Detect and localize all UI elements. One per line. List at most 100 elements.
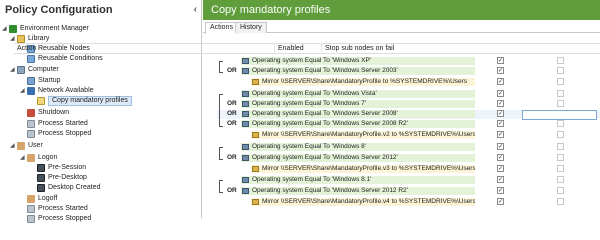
mirror-action[interactable]: Mirror \\SERVER\Share\MandatoryProfile t…: [251, 78, 475, 86]
mirror-action-row[interactable]: Mirror \\SERVER\Share\MandatoryProfile.v…: [217, 198, 600, 207]
os-condition[interactable]: Operating system Equal To 'Windows Serve…: [241, 67, 475, 75]
tree-item[interactable]: ◢ Computer: [10, 65, 59, 75]
expand-arrow-icon[interactable]: ◢: [10, 141, 17, 151]
condition-row[interactable]: Operating system Equal To 'Windows Vista…: [217, 90, 600, 99]
computer-icon: [17, 66, 25, 74]
stop-on-fail-checkbox[interactable]: [557, 176, 564, 183]
condition-row[interactable]: OR Operating system Equal To 'Windows Ser…: [217, 187, 600, 196]
logoff-icon: [27, 195, 35, 203]
tree-item[interactable]: Logoff: [20, 194, 57, 204]
tree-item[interactable]: ◢ Logon: [20, 153, 57, 163]
or-operator-label: OR: [227, 100, 237, 107]
tree-item[interactable]: Copy mandatory profiles: [30, 96, 132, 106]
column-enabled-header[interactable]: Enabled: [275, 44, 322, 54]
stop-on-fail-checkbox[interactable]: [557, 90, 564, 97]
os-condition[interactable]: Operating system Equal To 'Windows Serve…: [241, 187, 475, 195]
os-condition[interactable]: Operating system Equal To 'Windows Serve…: [241, 154, 475, 162]
os-condition[interactable]: Operating system Equal To 'Windows 8.1': [241, 176, 475, 184]
stop-on-fail-checkbox[interactable]: [557, 165, 564, 172]
tree-item[interactable]: Reusable Conditions: [20, 54, 103, 64]
stop-on-fail-checkbox[interactable]: [557, 67, 564, 74]
enabled-checkbox[interactable]: ✓: [497, 90, 504, 97]
enabled-checkbox[interactable]: ✓: [497, 176, 504, 183]
tree-item-label: Process Stopped: [38, 130, 92, 137]
mirror-action-row[interactable]: Mirror \\SERVER\Share\MandatoryProfile t…: [217, 78, 600, 87]
os-condition[interactable]: Operating system Equal To 'Windows Vista…: [241, 90, 475, 98]
condition-row[interactable]: Operating system Equal To 'Windows XP' ✓: [217, 57, 600, 66]
nodes-icon: [27, 55, 35, 63]
enabled-checkbox[interactable]: ✓: [497, 187, 504, 194]
row-text: Mirror \\SERVER\Share\MandatoryProfile t…: [262, 78, 468, 85]
enabled-checkbox[interactable]: ✓: [497, 143, 504, 150]
tree-item[interactable]: ◢ Network Available: [20, 86, 94, 96]
expand-arrow-icon[interactable]: ◢: [10, 65, 17, 75]
enabled-checkbox[interactable]: ✓: [497, 198, 504, 205]
tree-item[interactable]: Process Stopped: [20, 129, 91, 139]
globe-icon: [9, 25, 17, 33]
enabled-checkbox[interactable]: ✓: [497, 131, 504, 138]
pane-title-text: Policy Configuration: [5, 4, 113, 16]
stop-on-fail-checkbox[interactable]: [557, 120, 564, 127]
condition-row[interactable]: OR Operating system Equal To 'Windows Ser…: [217, 67, 600, 76]
stop-on-fail-checkbox[interactable]: [557, 198, 564, 205]
stop-on-fail-checkbox[interactable]: [557, 143, 564, 150]
os-condition[interactable]: Operating system Equal To 'Windows 7': [241, 100, 475, 108]
stop-on-fail-checkbox[interactable]: [557, 154, 564, 161]
enabled-checkbox[interactable]: ✓: [497, 165, 504, 172]
stop-on-fail-checkbox[interactable]: [557, 57, 564, 64]
tree-item[interactable]: ◢ User: [10, 141, 43, 151]
condition-row[interactable]: OR Operating system Equal To 'Windows Ser…: [217, 154, 600, 163]
column-action-header[interactable]: Action: [14, 44, 275, 54]
stop-on-fail-checkbox[interactable]: [557, 100, 564, 107]
condition-row[interactable]: OR Operating system Equal To 'Windows Ser…: [217, 120, 600, 129]
mirror-action[interactable]: Mirror \\SERVER\Share\MandatoryProfile.v…: [251, 165, 475, 173]
row-text: Operating system Equal To 'Windows Serve…: [252, 187, 408, 194]
tree-item[interactable]: Process Stopped: [20, 214, 91, 224]
tree-item[interactable]: Process Started: [20, 204, 88, 214]
stop-on-fail-checkbox[interactable]: [557, 78, 564, 85]
tree-item[interactable]: ◢ Environment Manager: [2, 24, 89, 34]
mirror-action-row[interactable]: Mirror \\SERVER\Share\MandatoryProfile.v…: [217, 131, 600, 140]
tab-actions[interactable]: Actions: [205, 22, 238, 34]
enabled-checkbox[interactable]: ✓: [497, 78, 504, 85]
tree-item-label: Network Available: [38, 87, 94, 94]
condition-row[interactable]: Operating system Equal To 'Windows 8' ✓: [217, 143, 600, 152]
stop-on-fail-checkbox[interactable]: [557, 131, 564, 138]
tree-item[interactable]: Pre-Session: [30, 163, 86, 173]
row-text: Operating system Equal To 'Windows Vista…: [252, 90, 377, 97]
actions-grid-header: Action Enabled Stop sub nodes on fail: [14, 43, 600, 54]
mirror-action-row[interactable]: Mirror \\SERVER\Share\MandatoryProfile.v…: [217, 165, 600, 174]
tab-history[interactable]: History: [235, 22, 267, 33]
os-condition[interactable]: Operating system Equal To 'Windows 8': [241, 143, 475, 151]
tree-item[interactable]: Desktop Created: [30, 183, 101, 193]
mirror-action[interactable]: Mirror \\SERVER\Share\MandatoryProfile.v…: [251, 198, 475, 206]
operating-system-icon: [242, 121, 249, 127]
condition-row[interactable]: OR Operating system Equal To 'Windows 7' ✓: [217, 100, 600, 109]
stop-on-fail-cell-editor[interactable]: [522, 110, 597, 120]
os-condition[interactable]: Operating system Equal To 'Windows Serve…: [241, 110, 475, 118]
enabled-checkbox[interactable]: ✓: [497, 100, 504, 107]
column-stop-header[interactable]: Stop sub nodes on fail: [322, 44, 400, 54]
os-condition[interactable]: Operating system Equal To 'Windows Serve…: [241, 120, 475, 128]
expand-arrow-icon[interactable]: ◢: [2, 24, 9, 34]
tree-item[interactable]: Startup: [20, 76, 61, 86]
operating-system-icon: [242, 101, 249, 107]
collapse-pane-icon[interactable]: ‹: [194, 0, 197, 20]
condition-row[interactable]: Operating system Equal To 'Windows 8.1' ✓: [217, 176, 600, 185]
operating-system-icon: [242, 111, 249, 117]
os-condition[interactable]: Operating system Equal To 'Windows XP': [241, 57, 475, 65]
expand-arrow-icon[interactable]: ◢: [20, 86, 27, 96]
tree-item-label: Logon: [38, 154, 58, 161]
tree-item[interactable]: Pre-Desktop: [30, 173, 87, 183]
enabled-checkbox[interactable]: ✓: [497, 154, 504, 161]
enabled-checkbox[interactable]: ✓: [497, 57, 504, 64]
stop-on-fail-checkbox[interactable]: [557, 187, 564, 194]
tree-item[interactable]: Process Started: [20, 119, 88, 129]
tree-item[interactable]: Shutdown: [20, 108, 69, 118]
enabled-checkbox[interactable]: ✓: [497, 110, 504, 117]
folder-copy-icon: [252, 199, 259, 205]
enabled-checkbox[interactable]: ✓: [497, 67, 504, 74]
mirror-action[interactable]: Mirror \\SERVER\Share\MandatoryProfile.v…: [251, 131, 475, 139]
expand-arrow-icon[interactable]: ◢: [20, 153, 27, 163]
enabled-checkbox[interactable]: ✓: [497, 120, 504, 127]
